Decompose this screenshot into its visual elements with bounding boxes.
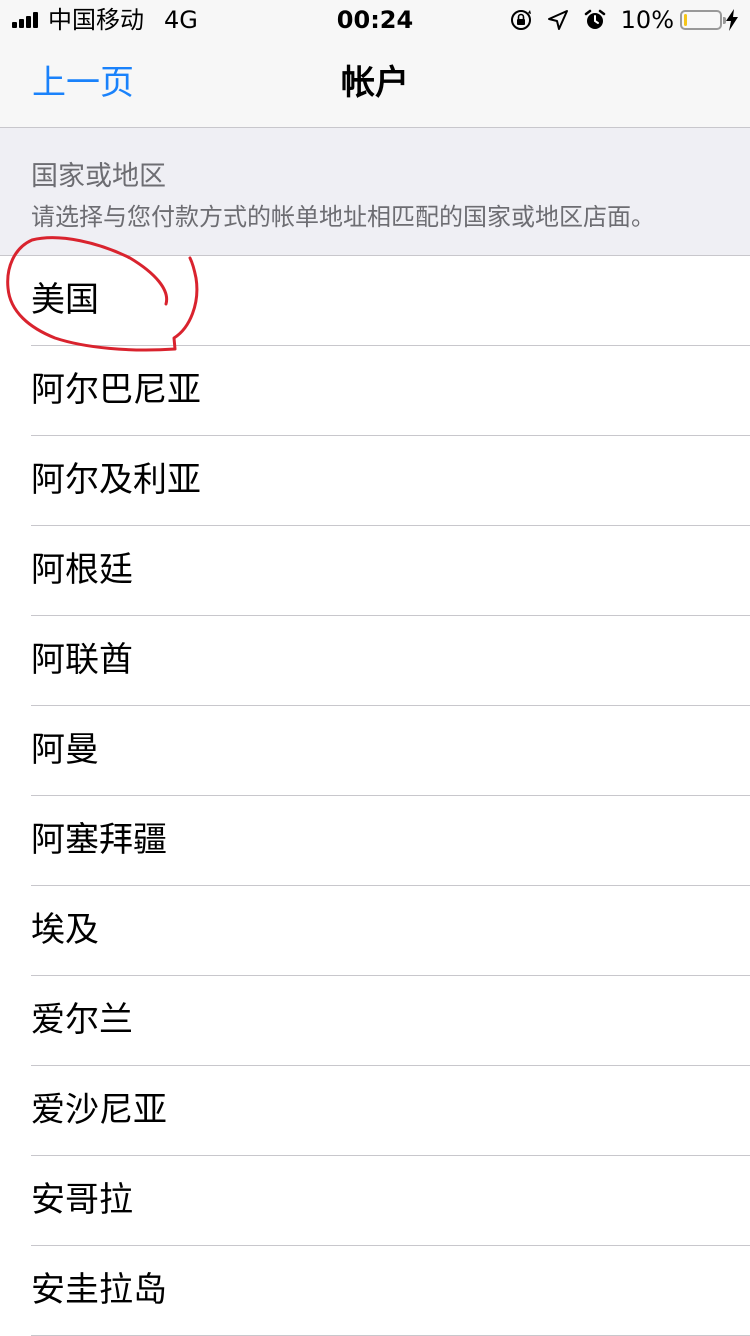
- country-row[interactable]: 安哥拉: [0, 1156, 750, 1246]
- orientation-lock-icon: [510, 10, 531, 30]
- back-button[interactable]: 上一页: [32, 40, 134, 127]
- location-arrow-icon: [547, 10, 568, 30]
- country-row[interactable]: 阿尔及利亚: [0, 436, 750, 526]
- country-row[interactable]: 阿联酋: [0, 616, 750, 706]
- section-header: 国家或地区 请选择与您付款方式的帐单地址相匹配的国家或地区店面。: [0, 128, 750, 256]
- country-name: 阿根廷: [31, 550, 133, 590]
- country-row[interactable]: 阿塞拜疆: [0, 796, 750, 886]
- country-row[interactable]: 阿曼: [0, 706, 750, 796]
- country-name: 阿塞拜疆: [31, 820, 167, 860]
- country-name: 爱尔兰: [31, 1000, 133, 1040]
- country-row[interactable]: 阿尔巴尼亚: [0, 346, 750, 436]
- country-name: 阿曼: [31, 730, 99, 770]
- country-name: 安圭拉岛: [31, 1270, 167, 1310]
- country-name: 埃及: [31, 910, 99, 950]
- section-title: 国家或地区: [31, 161, 166, 192]
- country-name: 安哥拉: [31, 1180, 133, 1220]
- country-row[interactable]: 美国: [0, 256, 750, 346]
- status-bar: 中国移动 4G 00:24 10%: [0, 0, 750, 40]
- country-list: 美国 阿尔巴尼亚 阿尔及利亚 阿根廷 阿联酋 阿曼 阿塞拜疆 埃及 爱尔兰 爱沙…: [0, 256, 750, 1336]
- battery-icon: [680, 10, 726, 30]
- country-row[interactable]: 阿根廷: [0, 526, 750, 616]
- charging-bolt-icon: [726, 9, 738, 31]
- battery-level-fill: [684, 14, 687, 26]
- navigation-bar: 上一页 帐户: [0, 40, 750, 128]
- country-row[interactable]: 爱沙尼亚: [0, 1066, 750, 1156]
- country-row[interactable]: 埃及: [0, 886, 750, 976]
- country-row[interactable]: 爱尔兰: [0, 976, 750, 1066]
- country-name: 阿联酋: [31, 640, 133, 680]
- battery-percent: 10%: [620, 6, 674, 34]
- country-name: 爱沙尼亚: [31, 1090, 167, 1130]
- alarm-icon: [584, 9, 605, 29]
- country-name: 美国: [31, 280, 99, 320]
- country-name: 阿尔及利亚: [31, 460, 201, 500]
- status-bar-right: 10%: [509, 6, 738, 34]
- country-row[interactable]: 安圭拉岛: [0, 1246, 750, 1336]
- section-subtitle: 请选择与您付款方式的帐单地址相匹配的国家或地区店面。: [31, 203, 655, 231]
- country-name: 阿尔巴尼亚: [31, 370, 201, 410]
